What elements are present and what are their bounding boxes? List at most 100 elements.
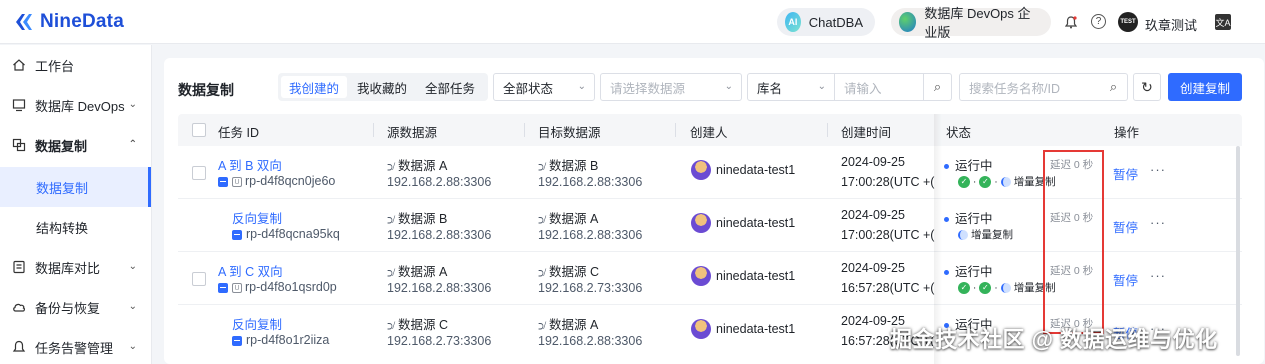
row-checkbox[interactable]: [192, 166, 206, 180]
status-details: ✓ · ✓ · 增量复制: [958, 280, 1056, 295]
avatar: [691, 213, 711, 233]
task-name-link[interactable]: 反向复制: [232, 208, 282, 227]
progress-icon: [1000, 282, 1011, 293]
more-actions-icon[interactable]: ···: [1150, 162, 1166, 177]
task-type-icon: [218, 176, 228, 187]
row-checkbox[interactable]: [192, 272, 206, 286]
more-actions-icon[interactable]: ···: [1150, 268, 1166, 283]
status-running: 运行中: [944, 208, 993, 227]
status-dot-icon: [944, 164, 949, 170]
chevron-down-icon: ⌄: [128, 261, 137, 272]
check-icon: ✓: [958, 281, 970, 294]
logo[interactable]: NineData: [14, 11, 124, 33]
tab-created-by-me[interactable]: 我创建的: [281, 76, 348, 98]
source-datasource: ⟉ 数据源 A: [387, 261, 447, 280]
dbname-input[interactable]: 请输入: [834, 73, 924, 101]
devops-edition-button[interactable]: 数据库 DevOps 企业版: [891, 6, 1051, 40]
search-icon[interactable]: ⌕: [924, 73, 952, 101]
column-status: 状态: [946, 126, 972, 140]
table-scrollbar[interactable]: [1236, 146, 1240, 356]
chatdba-label: ChatDBA: [808, 14, 863, 30]
datasource-icon: ⟉: [538, 215, 547, 226]
target-ip: 192.168.2.88:3306: [538, 175, 643, 189]
task-id-text: rp-d4f8o1qsrd0p: [245, 280, 337, 294]
target-ip: 192.168.2.88:3306: [538, 334, 643, 348]
created-date: 2024-09-25: [841, 155, 905, 169]
column-divider: [675, 123, 676, 137]
search-icon[interactable]: ⌕: [1100, 73, 1128, 101]
chevron-down-icon: ⌄: [817, 81, 826, 92]
help-icon[interactable]: ?: [1091, 14, 1106, 29]
creator-name: ninedata-test1: [716, 269, 796, 283]
target-name: 数据源 A: [549, 212, 599, 226]
sidebar-item-label: 数据库对比: [35, 260, 101, 276]
task-name-link[interactable]: A 到 B 双向: [218, 155, 282, 174]
copy-icon: [12, 138, 26, 152]
task-name-link[interactable]: A 到 C 双向: [218, 261, 283, 280]
task-name-link[interactable]: 反向复制: [232, 314, 282, 333]
delay-highlight-box: [1043, 150, 1104, 334]
dbname-select-value: 库名: [757, 81, 783, 96]
sidebar-subitem-replication[interactable]: 数据复制: [0, 167, 151, 207]
sidebar: 工作台 数据库 DevOps ⌄ 数据复制 ⌃ 数据复制 结构转换 数据库对比 …: [0, 45, 152, 364]
language-switch-icon[interactable]: 文A: [1215, 14, 1231, 30]
sidebar-item-replication[interactable]: 数据复制 ⌃: [0, 125, 151, 165]
sidebar-subitem-schema-conversion[interactable]: 结构转换: [0, 207, 151, 247]
column-actions: 操作: [1114, 126, 1140, 140]
task-search-placeholder: 搜索任务名称/ID: [969, 81, 1060, 96]
source-ip: 192.168.2.88:3306: [387, 228, 492, 242]
sidebar-item-label: 工作台: [35, 58, 75, 74]
task-search-input[interactable]: 搜索任务名称/ID: [959, 73, 1101, 101]
task-type-icon: [232, 335, 242, 346]
pause-button[interactable]: 暂停: [1113, 270, 1138, 289]
cloud-icon: [13, 303, 25, 312]
task-id: rp-d4f8qcna95kq: [232, 227, 340, 241]
dbname-select[interactable]: 库名 ⌄: [747, 73, 835, 101]
sidebar-item-workbench[interactable]: 工作台: [0, 45, 151, 85]
source-datasource: ⟉ 数据源 B: [387, 208, 447, 227]
sidebar-item-label: 备份与恢复: [35, 300, 101, 316]
sidebar-item-label: 数据复制: [35, 138, 88, 154]
user-avatar[interactable]: TEST: [1118, 12, 1138, 32]
source-datasource: ⟉ 数据源 A: [387, 155, 447, 174]
datasource-select[interactable]: 请选择数据源 ⌄: [600, 73, 742, 101]
sidebar-item-alerts[interactable]: 任务告警管理 ⌄: [0, 327, 151, 364]
monitor-icon: [12, 99, 26, 112]
creator-name: ninedata-test1: [716, 216, 796, 230]
creator-name: ninedata-test1: [716, 322, 796, 336]
sidebar-item-devops[interactable]: 数据库 DevOps ⌄: [0, 85, 151, 125]
chatdba-button[interactable]: AI ChatDBA: [777, 8, 875, 36]
task-id: Urp-d4f8o1qsrd0p: [218, 280, 337, 294]
datasource-icon: ⟉: [538, 162, 547, 173]
sidebar-item-backup[interactable]: 备份与恢复 ⌄: [0, 287, 151, 327]
task-type-icon: [232, 229, 242, 240]
username[interactable]: 玖章测试: [1145, 15, 1197, 34]
status-details: ✓ · ✓ · 增量复制: [958, 174, 1056, 189]
tab-all-tasks[interactable]: 全部任务: [417, 76, 483, 98]
select-all-checkbox[interactable]: [192, 123, 206, 137]
avatar: [691, 160, 711, 180]
target-datasource: ⟉ 数据源 A: [538, 208, 598, 227]
progress-icon: [1000, 176, 1011, 187]
datasource-icon: ⟉: [538, 321, 547, 332]
more-actions-icon[interactable]: ···: [1150, 215, 1166, 230]
tab-favorites[interactable]: 我收藏的: [349, 76, 415, 98]
create-replication-button[interactable]: 创建复制: [1168, 73, 1242, 101]
chevron-down-icon: ⌄: [724, 81, 733, 92]
pause-button[interactable]: 暂停: [1113, 217, 1138, 236]
sidebar-item-compare[interactable]: 数据库对比 ⌄: [0, 247, 151, 287]
status-dot-icon: [944, 217, 949, 223]
chevron-down-icon: ⌄: [128, 341, 137, 352]
logo-text: NineData: [40, 11, 124, 32]
notification-bell-icon[interactable]: [1063, 14, 1079, 30]
column-task-id: 任务 ID: [218, 126, 259, 140]
pause-button[interactable]: 暂停: [1113, 164, 1138, 183]
column-divider: [524, 123, 525, 137]
progress-icon: [958, 229, 968, 240]
status-select[interactable]: 全部状态 ⌄: [493, 73, 595, 101]
refresh-icon[interactable]: ↻: [1133, 73, 1161, 101]
status-details: 增量复制: [958, 227, 1013, 242]
target-name: 数据源 A: [549, 318, 599, 332]
dbname-input-placeholder: 请输入: [844, 81, 882, 96]
source-name: 数据源 B: [398, 212, 448, 226]
